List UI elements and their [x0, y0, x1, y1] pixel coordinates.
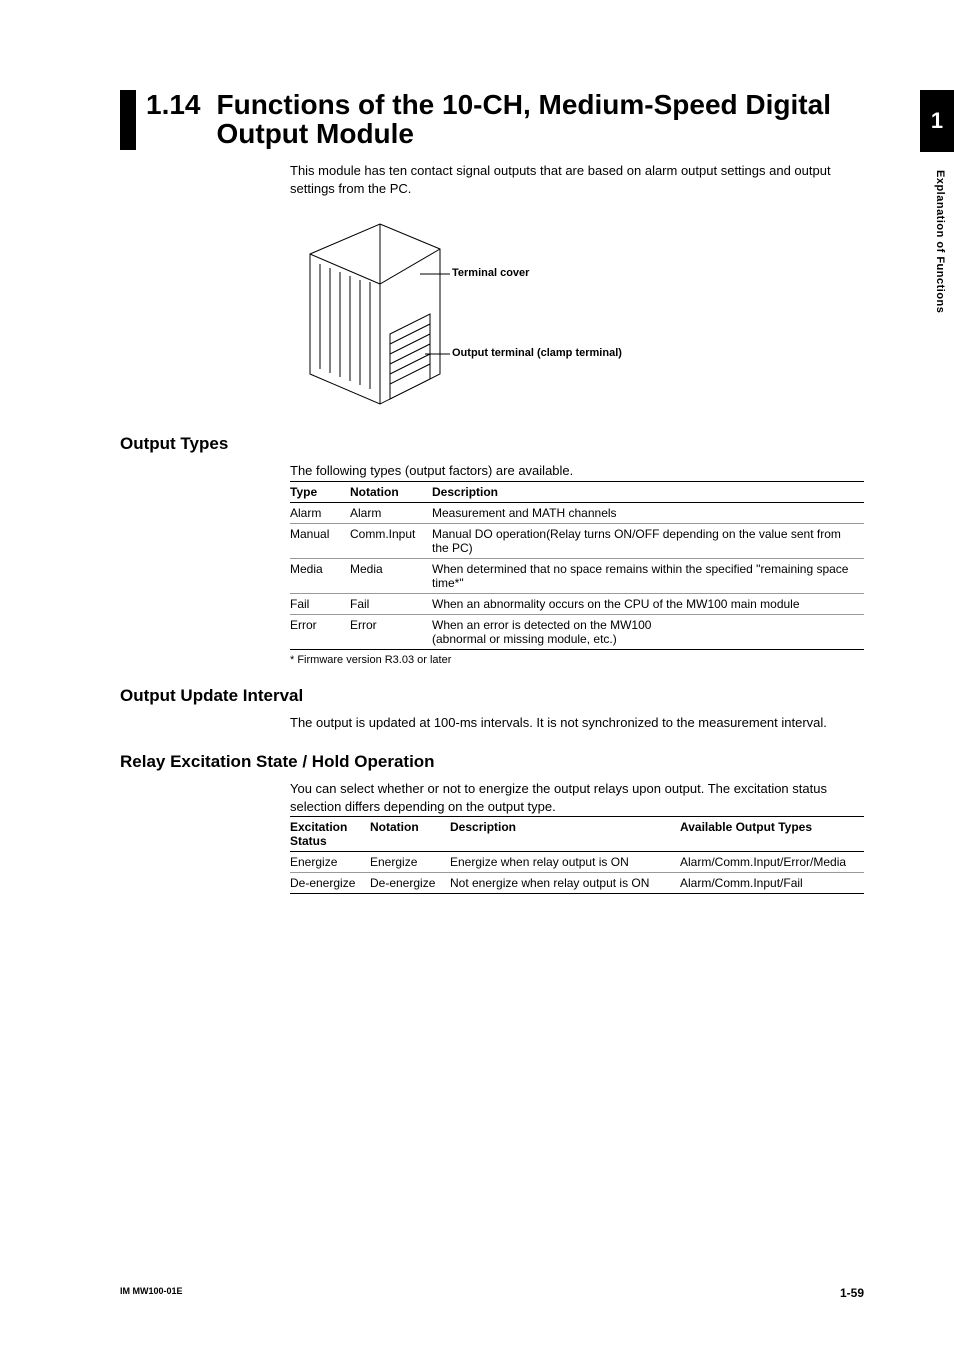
footnote: * Firmware version R3.03 or later [290, 654, 864, 666]
section-title: 1.14 Functions of the 10-CH, Medium-Spee… [120, 90, 864, 150]
heading-output-types: Output Types [120, 434, 864, 454]
intro-text: This module has ten contact signal outpu… [290, 162, 864, 198]
table-row: MediaMediaWhen determined that no space … [290, 558, 864, 593]
section-number: 1.14 [146, 90, 201, 119]
th-available-types: Available Output Types [680, 817, 864, 852]
module-figure: Terminal cover Output terminal (clamp te… [290, 214, 550, 414]
th-notation: Notation [350, 481, 432, 502]
table-row: ErrorErrorWhen an error is detected on t… [290, 614, 864, 649]
page-footer: IM MW100-01E 1-59 [120, 1286, 864, 1300]
th-description2: Description [450, 817, 680, 852]
figure-label-output-terminal: Output terminal (clamp terminal) [452, 347, 622, 359]
output-types-table: Type Notation Description AlarmAlarmMeas… [290, 481, 864, 650]
output-types-lead: The following types (output factors) are… [290, 462, 864, 480]
heading-relay-excitation: Relay Excitation State / Hold Operation [120, 752, 864, 772]
table-row: FailFailWhen an abnormality occurs on th… [290, 593, 864, 614]
table-row: De-energizeDe-energizeNot energize when … [290, 873, 864, 894]
table-row: ManualComm.InputManual DO operation(Rela… [290, 523, 864, 558]
module-svg [290, 214, 550, 414]
heading-output-update-interval: Output Update Interval [120, 686, 864, 706]
th-type: Type [290, 481, 350, 502]
section-heading: Functions of the 10-CH, Medium-Speed Dig… [217, 90, 865, 149]
table-row: EnergizeEnergizeEnergize when relay outp… [290, 852, 864, 873]
page-number: 1-59 [840, 1286, 864, 1300]
relay-lead: You can select whether or not to energiz… [290, 780, 864, 816]
relay-table: Excitation Status Notation Description A… [290, 816, 864, 894]
table-row: AlarmAlarmMeasurement and MATH channels [290, 502, 864, 523]
th-description: Description [432, 481, 864, 502]
title-marker [120, 90, 136, 150]
th-notation2: Notation [370, 817, 450, 852]
figure-label-terminal-cover: Terminal cover [452, 267, 529, 279]
side-label: Explanation of Functions [926, 170, 946, 313]
doc-id: IM MW100-01E [120, 1286, 183, 1300]
th-excitation-status: Excitation Status [290, 817, 370, 852]
chapter-tab: 1 [920, 90, 954, 152]
update-interval-text: The output is updated at 100-ms interval… [290, 714, 864, 732]
